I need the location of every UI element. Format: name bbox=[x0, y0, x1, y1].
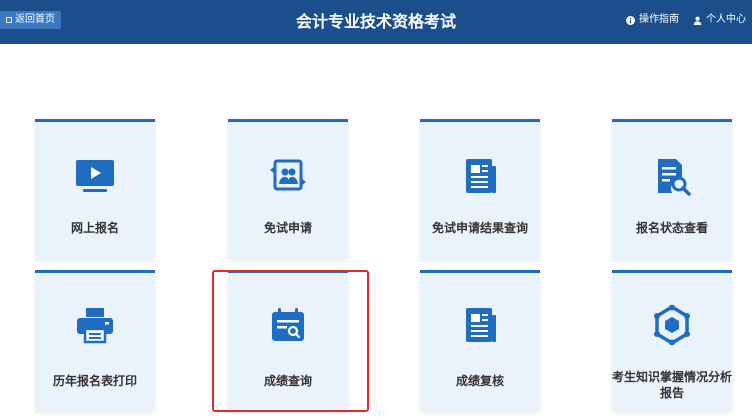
user-swap-icon bbox=[270, 159, 306, 191]
header-links: 操作指南 个人中心 bbox=[626, 13, 746, 27]
card-label: 报名状态查看 bbox=[635, 221, 708, 235]
card-label: 免试申请 bbox=[263, 221, 312, 235]
card-label: 免试申请结果查询 bbox=[431, 221, 528, 235]
card-exemption-apply[interactable]: 免试申请 bbox=[228, 119, 348, 260]
back-home-button[interactable]: 返回首页 bbox=[0, 11, 61, 29]
card-exemption-result-query[interactable]: 免试申请结果查询 bbox=[420, 119, 540, 260]
user-icon bbox=[693, 16, 702, 25]
back-home-label: 返回首页 bbox=[15, 14, 55, 25]
info-icon bbox=[626, 15, 635, 25]
document-icon bbox=[466, 308, 496, 342]
card-history-form-print[interactable]: 历年报名表打印 bbox=[35, 270, 155, 412]
calendar-search-icon bbox=[272, 308, 304, 341]
guide-label: 操作指南 bbox=[639, 14, 679, 25]
card-label: 成绩查询 bbox=[263, 374, 312, 388]
card-label: 历年报名表打印 bbox=[52, 374, 137, 388]
document-icon bbox=[466, 159, 496, 193]
card-knowledge-analysis-report[interactable]: 考生知识掌握情况分析报告 bbox=[612, 270, 732, 412]
card-label: 网上报名 bbox=[70, 221, 119, 235]
hexagon-network-icon bbox=[654, 305, 690, 345]
card-online-registration[interactable]: 网上报名 bbox=[35, 119, 155, 260]
card-score-review[interactable]: 成绩复核 bbox=[420, 270, 540, 412]
top-header: 返回首页 会计专业技术资格考试 操作指南 个人中心 bbox=[0, 0, 752, 44]
monitor-play-icon bbox=[76, 160, 114, 192]
card-score-query[interactable]: 成绩查询 bbox=[228, 270, 348, 412]
home-icon bbox=[6, 17, 12, 23]
card-registration-status[interactable]: 报名状态查看 bbox=[612, 119, 732, 260]
card-label: 成绩复核 bbox=[455, 374, 504, 388]
printer-icon bbox=[77, 308, 113, 344]
user-center-link[interactable]: 个人中心 bbox=[693, 13, 746, 27]
card-label: 考生知识掌握情况分析报告 bbox=[612, 370, 733, 400]
user-center-label: 个人中心 bbox=[706, 14, 746, 25]
document-search-icon bbox=[658, 159, 691, 196]
guide-link[interactable]: 操作指南 bbox=[626, 13, 679, 27]
